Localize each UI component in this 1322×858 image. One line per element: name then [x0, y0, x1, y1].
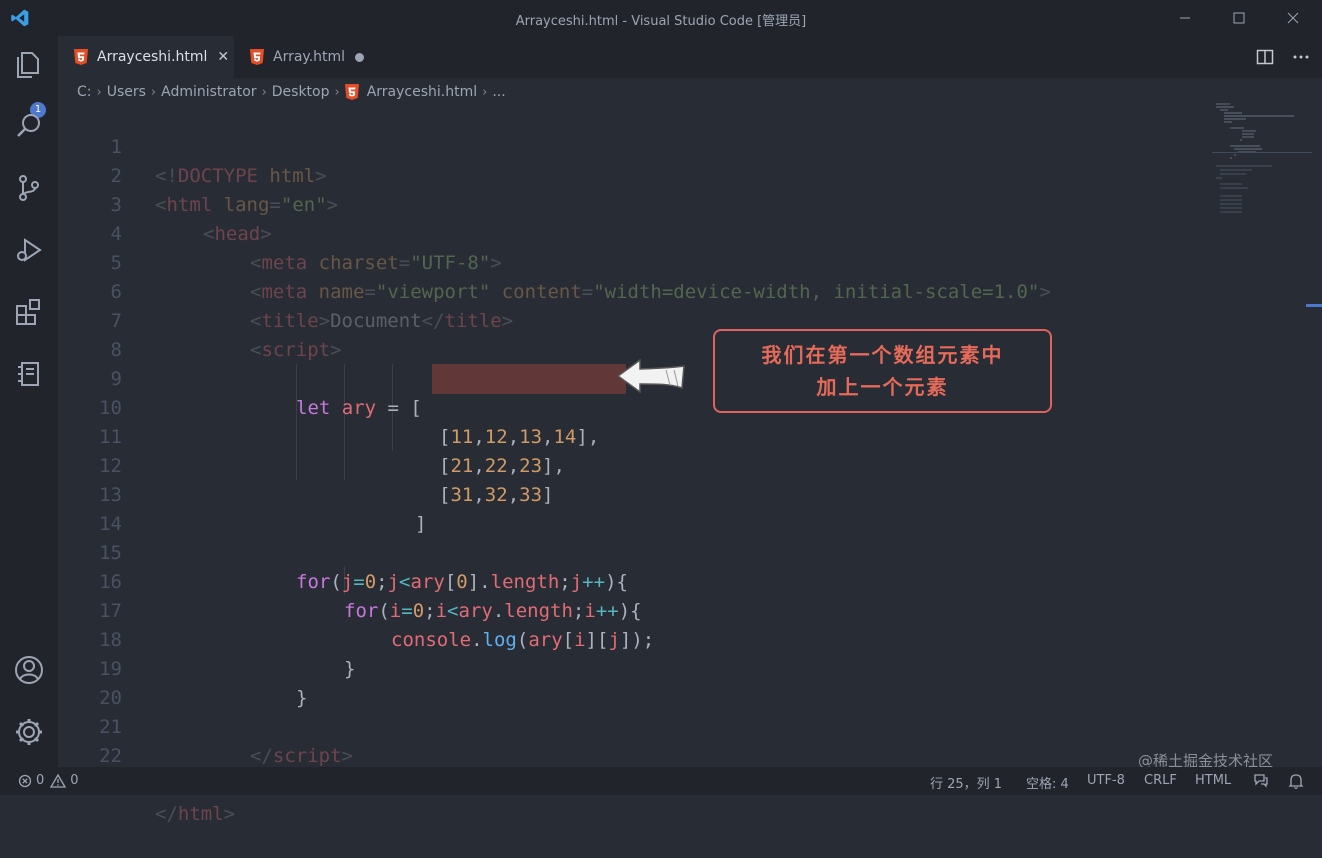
code-line: 17 console.log(ary[i][j]);	[58, 568, 1198, 651]
maximize-button[interactable]	[1216, 0, 1262, 36]
code-line: 12 [31,32,33]	[58, 423, 1198, 506]
scrollbar-position-indicator[interactable]	[1306, 304, 1322, 307]
breadcrumb-item[interactable]: Desktop	[272, 84, 330, 100]
source-control-icon[interactable]	[13, 172, 45, 204]
code-line: 15 for(j=0;j<ary[0].length;j++){	[58, 510, 1198, 593]
problems-indicator[interactable]: 0 0	[18, 773, 79, 788]
tab-bar: Arrayceshi.html ✕ Array.html	[58, 36, 1322, 78]
warning-count: 0	[70, 773, 79, 788]
extensions-icon[interactable]	[13, 296, 45, 328]
html5-file-icon	[74, 49, 88, 65]
feedback-icon[interactable]	[1252, 772, 1270, 790]
code-line: 22 </head>	[58, 713, 1198, 796]
annotation-arrow-icon	[616, 358, 685, 394]
code-line: 19 }	[58, 626, 1198, 709]
tab-close-icon[interactable]: ✕	[217, 49, 229, 65]
error-count: 0	[36, 773, 45, 788]
editor-actions	[1256, 36, 1322, 78]
chevron-right-icon: ›	[261, 84, 267, 100]
code-line: 5 <meta name="viewport" content="width=d…	[58, 220, 1198, 303]
code-line: 4 <meta charset="UTF-8">	[58, 191, 1198, 274]
indentation-setting[interactable]: 空格: 4	[1026, 773, 1069, 792]
window-title: Arrayceshi.html - Visual Studio Code [管理…	[515, 14, 807, 29]
cursor-position[interactable]: 行 25，列 1	[930, 773, 1002, 792]
code-line: 14	[58, 481, 1198, 535]
close-icon	[1287, 12, 1299, 24]
status-bar: 0 0 行 25，列 1 空格: 4 UTF-8 CRLF HTML	[0, 767, 1322, 795]
code-line: 7 <script>	[58, 278, 1198, 361]
code-line: 13 ]	[58, 452, 1198, 535]
chevron-right-icon: ›	[150, 84, 157, 100]
minimize-icon	[1180, 17, 1190, 19]
tab-array[interactable]: Array.html	[234, 36, 384, 78]
code-line: 18 }	[58, 597, 1198, 680]
warning-icon	[50, 773, 67, 788]
annotation-line-1: 我们在第一个数组元素中	[761, 343, 1004, 367]
breadcrumb-item[interactable]: Arrayceshi.html	[367, 84, 477, 100]
code-line: 20	[58, 655, 1198, 709]
tab-label: Arrayceshi.html	[97, 49, 208, 65]
chevron-right-icon: ›	[482, 84, 488, 100]
unsaved-dot-icon	[355, 52, 365, 62]
code-line: 21 </script>	[58, 684, 1198, 767]
code-line: 3 <head>	[58, 162, 1198, 245]
chevron-right-icon: ›	[334, 84, 340, 100]
accounts-icon[interactable]	[13, 654, 45, 686]
run-debug-icon[interactable]	[13, 234, 45, 266]
activity-bar: 1	[0, 36, 58, 767]
encoding-setting[interactable]: UTF-8	[1087, 773, 1125, 788]
remote-explorer-icon[interactable]	[13, 358, 45, 390]
annotation-line-2: 加上一个元素	[816, 375, 949, 399]
token: </	[155, 803, 178, 825]
maximize-icon	[1233, 12, 1245, 24]
annotation-callout: 我们在第一个数组元素中 加上一个元素	[713, 329, 1052, 413]
breadcrumb: C: › Users › Administrator › Desktop › A…	[77, 82, 506, 102]
error-icon	[18, 774, 32, 787]
minimize-button[interactable]	[1162, 0, 1208, 36]
token: >	[223, 803, 236, 825]
code-line: 16 for(i=0;i<ary.length;i++){	[58, 539, 1198, 622]
breadcrumb-item[interactable]: Users	[107, 84, 146, 100]
settings-gear-icon[interactable]	[13, 716, 45, 748]
tab-arrayceshi[interactable]: Arrayceshi.html ✕	[58, 36, 234, 78]
code-line: 6 <title>Document</title>	[58, 249, 1198, 332]
chevron-right-icon: ›	[96, 84, 102, 100]
more-actions-icon[interactable]	[1292, 48, 1310, 66]
token: html	[177, 803, 224, 825]
split-editor-icon[interactable]	[1256, 48, 1274, 66]
html5-file-icon	[344, 84, 359, 100]
language-mode[interactable]: HTML	[1195, 773, 1231, 788]
breadcrumb-item[interactable]: ...	[492, 84, 505, 100]
html5-file-icon	[250, 49, 264, 65]
search-icon[interactable]	[13, 110, 45, 142]
minimap[interactable]	[1212, 100, 1312, 300]
explorer-icon[interactable]	[13, 48, 45, 80]
breadcrumb-item[interactable]: Administrator	[161, 84, 256, 100]
code-line: 2 <html lang="en">	[58, 133, 1198, 216]
close-window-button[interactable]	[1270, 0, 1316, 36]
tab-label: Array.html	[273, 49, 346, 65]
breadcrumb-item[interactable]: C:	[77, 84, 92, 100]
notifications-bell-icon[interactable]	[1288, 772, 1304, 790]
eol-setting[interactable]: CRLF	[1144, 773, 1177, 788]
code-line: 1 <!DOCTYPE html>	[58, 104, 1198, 187]
title-bar: Arrayceshi.html - Visual Studio Code [管理…	[0, 0, 1322, 36]
